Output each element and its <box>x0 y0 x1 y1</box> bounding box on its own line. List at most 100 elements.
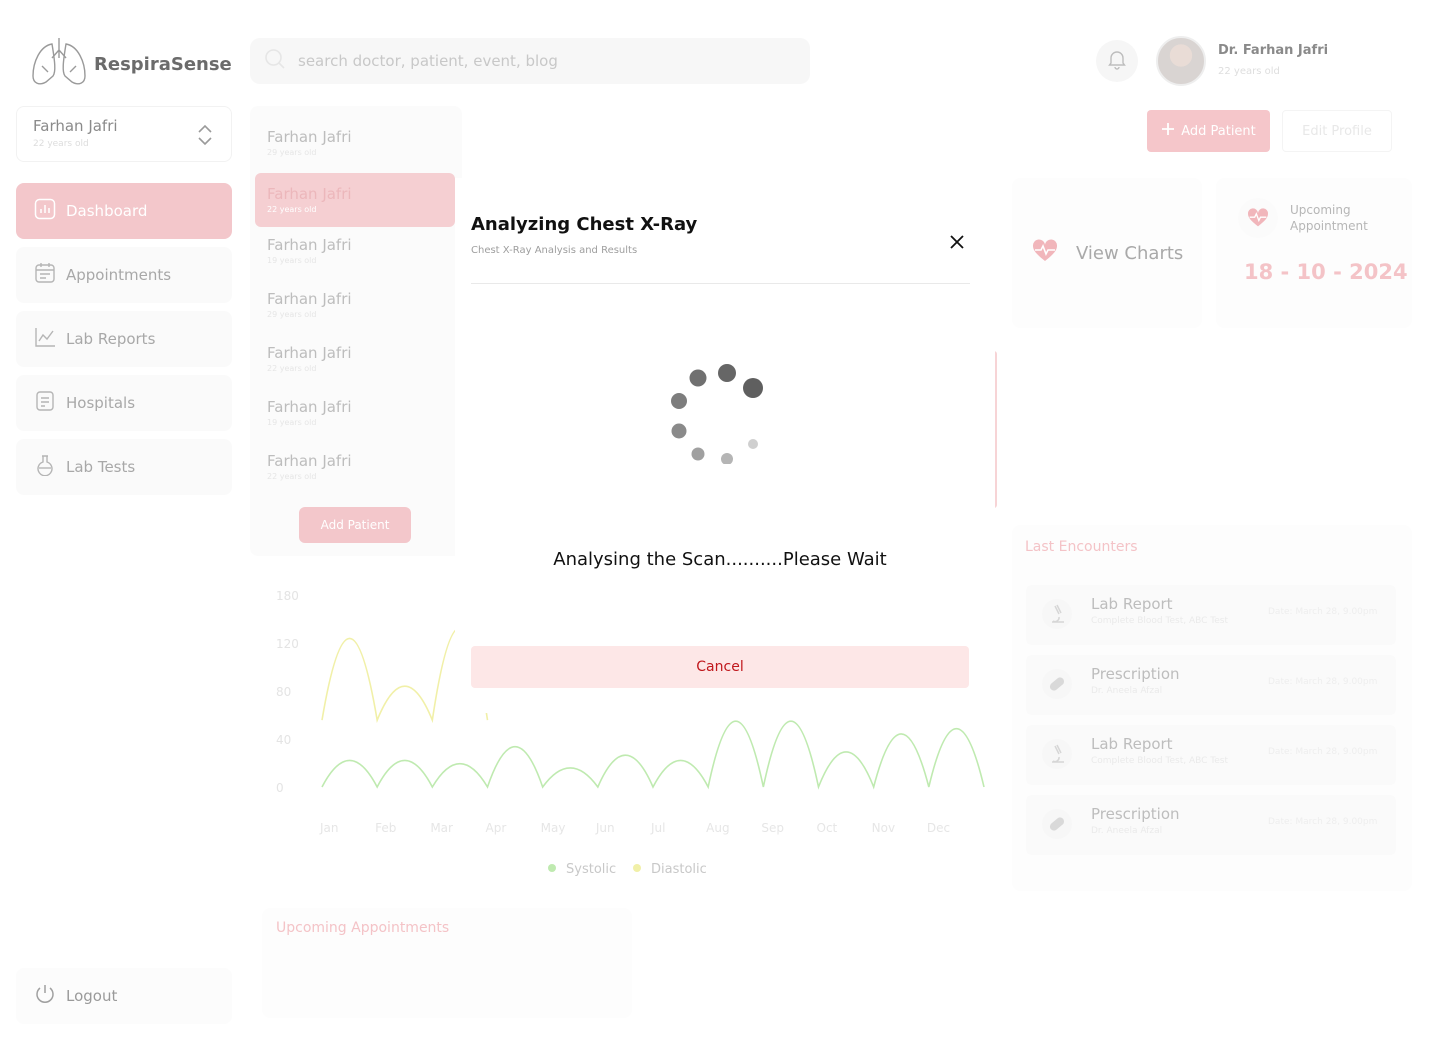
modal-divider <box>471 283 970 284</box>
patient-list-item[interactable]: Farhan Jafri 19 years old <box>255 386 455 440</box>
cancel-button[interactable]: Cancel <box>471 646 969 688</box>
microscope-icon <box>1042 599 1072 629</box>
bell-icon <box>1106 48 1128 74</box>
upcoming-appointments-title: Upcoming Appointments <box>276 920 450 936</box>
legend-marker <box>548 864 556 872</box>
user-age: 22 years old <box>1218 66 1280 77</box>
search-bar[interactable] <box>250 38 810 84</box>
y-tick-label: 120 <box>276 637 299 651</box>
sidebar-item-label: Lab Reports <box>66 330 156 348</box>
sidebar-item-label: Dashboard <box>66 202 148 220</box>
logout-label: Logout <box>66 987 118 1005</box>
upcoming-appointment-label: Upcoming Appointment <box>1290 203 1368 233</box>
brand-logo: RespiraSense <box>30 36 232 92</box>
upcoming-appointment-date: 18 - 10 - 2024 <box>1244 260 1408 284</box>
encounter-item[interactable]: Prescription Dr. Aneela Afzal Date: Marc… <box>1026 655 1396 715</box>
encounter-name: Lab Report <box>1091 595 1173 613</box>
chevron-up-down-icon <box>197 123 213 151</box>
document-icon <box>34 390 56 416</box>
calendar-icon <box>34 262 56 288</box>
encounter-item[interactable]: Lab Report Complete Blood Test, ABC Test… <box>1026 725 1396 785</box>
encounter-date: Date: March 28, 9.00pm <box>1268 747 1378 757</box>
close-icon <box>949 234 965 253</box>
spinner-dot <box>671 423 687 439</box>
patient-age: 22 years old <box>267 472 317 481</box>
logout-button[interactable]: Logout <box>16 968 232 1024</box>
x-tick-label: Apr <box>486 821 507 835</box>
heart-pulse-icon <box>1238 198 1278 238</box>
pill-icon <box>1042 809 1072 839</box>
legend-marker <box>633 864 641 872</box>
modal-subtitle: Chest X-Ray Analysis and Results <box>471 245 638 256</box>
patient-age: 29 years old <box>267 310 317 319</box>
view-charts-label: View Charts <box>1076 242 1184 264</box>
patient-list-item[interactable]: Farhan Jafri 29 years old <box>255 116 455 170</box>
upcoming-appointment-card: Upcoming Appointment 18 - 10 - 2024 <box>1216 178 1412 328</box>
add-patient-list-button[interactable]: Add Patient <box>299 507 411 543</box>
patient-age: 29 years old <box>267 148 317 157</box>
sidebar-item-label: Lab Tests <box>66 458 136 476</box>
spinner-dot <box>718 364 736 382</box>
x-tick-label: Oct <box>817 821 838 835</box>
patient-name: Farhan Jafri <box>267 185 352 203</box>
encounter-name: Lab Report <box>1091 735 1173 753</box>
encounter-item[interactable]: Lab Report Complete Blood Test, ABC Test… <box>1026 585 1396 645</box>
add-patient-button[interactable]: Add Patient <box>1147 110 1270 152</box>
x-tick-label: Nov <box>872 821 895 835</box>
x-tick-label: Jul <box>650 821 665 835</box>
y-tick-label: 180 <box>276 589 299 603</box>
last-encounters-panel: Last Encounters Lab Report Complete Bloo… <box>1012 525 1412 891</box>
search-icon <box>264 48 286 74</box>
patient-age: 19 years old <box>267 418 317 427</box>
patient-age: 22 years old <box>267 364 317 373</box>
sidebar-item-label: Appointments <box>66 266 172 284</box>
patient-list-item[interactable]: Farhan Jafri 29 years old <box>255 278 455 332</box>
sidebar-item-hospitals[interactable]: Hospitals <box>16 375 232 431</box>
modal-title: Analyzing Chest X-Ray <box>471 214 698 235</box>
x-tick-label: Jun <box>595 821 615 835</box>
view-charts-card[interactable]: View Charts <box>1012 178 1202 328</box>
selected-patient-age: 22 years old <box>33 139 89 149</box>
line-chart-icon <box>34 326 56 352</box>
flask-icon <box>34 454 56 480</box>
edit-profile-button[interactable]: Edit Profile <box>1282 110 1392 152</box>
patient-list-item[interactable]: Farhan Jafri 22 years old <box>255 332 455 386</box>
sidebar-item-label: Hospitals <box>66 394 136 412</box>
patient-list-item[interactable]: Farhan Jafri 22 years old <box>255 440 455 494</box>
x-tick-label: Mar <box>430 821 453 835</box>
sidebar-item-lab-tests[interactable]: Lab Tests <box>16 439 232 495</box>
sidebar-item-appointments[interactable]: Appointments <box>16 247 232 303</box>
sidebar-item-dashboard[interactable]: Dashboard <box>16 183 232 239</box>
x-tick-label: Sep <box>761 821 784 835</box>
loading-spinner <box>665 360 765 465</box>
notifications-button[interactable] <box>1096 40 1138 82</box>
patient-name: Farhan Jafri <box>267 290 352 308</box>
patient-list-item[interactable]: Farhan Jafri 19 years old <box>255 224 455 278</box>
patient-age: 22 years old <box>267 205 317 214</box>
spinner-dot <box>671 393 687 409</box>
x-tick-label: Jan <box>319 821 339 835</box>
x-tick-label: Dec <box>927 821 950 835</box>
close-modal-button[interactable] <box>944 230 970 256</box>
encounter-item[interactable]: Prescription Dr. Aneela Afzal Date: Marc… <box>1026 795 1396 855</box>
legend-label: Diastolic <box>651 862 707 877</box>
heart-pulse-icon <box>1032 239 1058 267</box>
y-tick-label: 0 <box>276 781 284 795</box>
encounter-date: Date: March 28, 9.00pm <box>1268 607 1378 617</box>
encounter-date: Date: March 28, 9.00pm <box>1268 817 1378 827</box>
pill-icon <box>1042 669 1072 699</box>
patient-selector[interactable]: Farhan Jafri 22 years old <box>16 106 232 162</box>
spinner-dot <box>691 447 705 461</box>
user-avatar[interactable] <box>1156 36 1206 86</box>
patient-list: Farhan Jafri 29 years old Farhan Jafri 2… <box>250 106 462 556</box>
sidebar-item-lab-reports[interactable]: Lab Reports <box>16 311 232 367</box>
bar-chart-icon <box>34 198 56 224</box>
lungs-icon <box>30 36 88 92</box>
power-icon <box>34 983 56 1009</box>
patient-list-item-selected[interactable]: Farhan Jafri 22 years old <box>255 173 455 227</box>
encounter-name: Prescription <box>1091 665 1180 683</box>
patient-name: Farhan Jafri <box>267 452 352 470</box>
upcoming-appointments-panel: Upcoming Appointments <box>262 908 632 1018</box>
search-input[interactable] <box>298 52 778 70</box>
brand-name: RespiraSense <box>94 53 232 75</box>
